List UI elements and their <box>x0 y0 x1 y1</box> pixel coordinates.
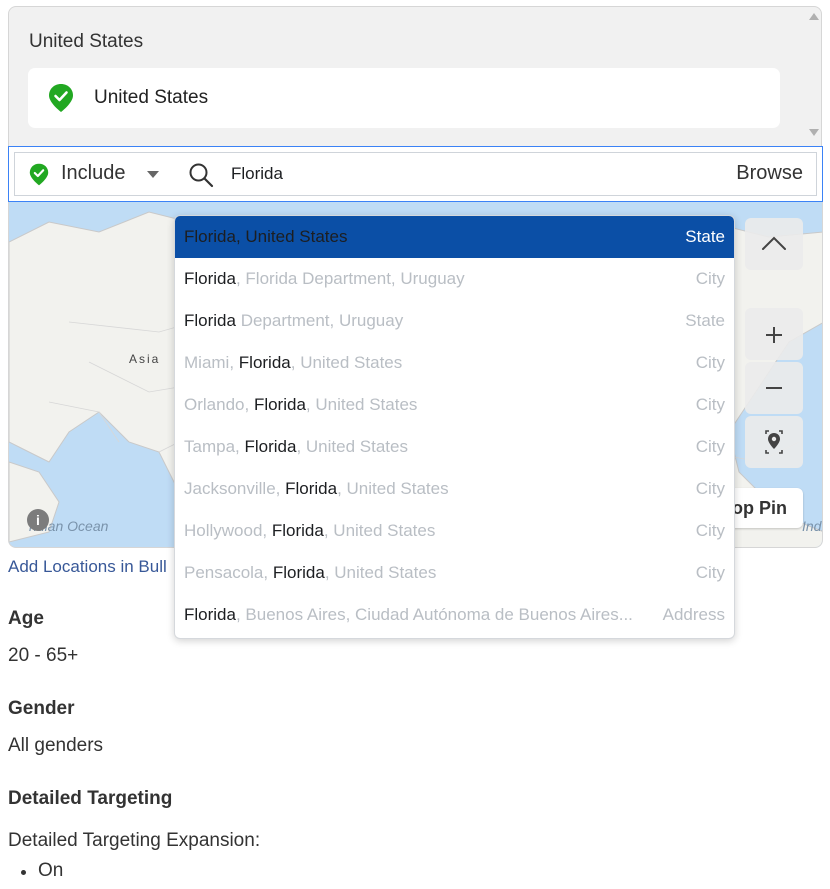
suggestion-type: City <box>695 269 725 288</box>
suggestion-match-text: Florida <box>244 437 297 456</box>
suggestion-context-text: Department, Uruguay <box>235 311 404 330</box>
location-search-input[interactable] <box>231 161 631 187</box>
suggestion-match-text: Florida <box>272 563 325 582</box>
suggestion-label: Jacksonville, Florida, United States <box>184 468 449 510</box>
minus-icon <box>766 387 782 389</box>
zoom-in-button[interactable] <box>745 308 803 360</box>
suggestion-context-text: , Buenos Aires, Ciudad Autónoma de Bueno… <box>235 605 633 624</box>
locate-pin-icon <box>765 430 783 454</box>
suggestion-context-text: Jacksonville, <box>184 479 286 498</box>
map-label-indian-ocean-right: Indi <box>802 518 823 534</box>
suggestion-match-text: Florida <box>184 605 236 624</box>
gender-value: All genders <box>8 735 104 756</box>
suggestion-context-text: , United States <box>337 479 449 498</box>
suggestion-match-text: Florida <box>253 395 306 414</box>
suggestion-option[interactable]: Orlando, Florida, United States City <box>175 384 734 426</box>
suggestion-label: Florida, United States <box>184 216 347 258</box>
suggestion-context-text: Pensacola, <box>184 563 273 582</box>
suggestion-label: Florida, Buenos Aires, Ciudad Autónoma d… <box>184 594 633 636</box>
age-title: Age <box>8 608 44 629</box>
detailed-targeting-title: Detailed Targeting <box>8 788 173 809</box>
suggestion-label: Tampa, Florida, United States <box>184 426 408 468</box>
suggestion-type: City <box>695 395 725 414</box>
list-item: On <box>8 860 63 882</box>
plus-icon <box>766 327 782 343</box>
suggestion-context-text: Miami, <box>184 353 239 372</box>
locate-me-button[interactable] <box>745 416 803 468</box>
suggestion-match-text: Florida <box>271 521 324 540</box>
scroll-up-arrow-icon[interactable] <box>809 13 819 20</box>
scroll-down-arrow-icon[interactable] <box>809 129 819 136</box>
suggestion-type: City <box>695 521 725 540</box>
suggestion-label: Orlando, Florida, United States <box>184 384 417 426</box>
gender-title: Gender <box>8 698 75 719</box>
selected-locations-box: United States United States <box>8 6 822 148</box>
zoom-out-button[interactable] <box>745 362 803 414</box>
suggestion-label: Florida Department, Uruguay <box>184 300 403 342</box>
suggestion-match-text: Florida <box>184 311 236 330</box>
suggestion-context-text: , United States <box>323 521 436 540</box>
detailed-targeting-expansion-label: Detailed Targeting Expansion: <box>8 830 261 851</box>
suggestion-match-text: Florida <box>184 269 236 288</box>
suggestion-context-text: , United States <box>324 563 437 582</box>
suggestion-option[interactable]: Miami, Florida, United States City <box>175 342 734 384</box>
age-value: 20 - 65+ <box>8 645 79 666</box>
caret-down-icon[interactable] <box>147 171 159 178</box>
suggestion-option[interactable]: Florida, United States State <box>175 216 734 258</box>
suggestion-type: City <box>695 437 725 456</box>
suggestion-label: Pensacola, Florida, United States <box>184 552 436 594</box>
suggestion-option[interactable]: Tampa, Florida, United States City <box>175 426 734 468</box>
add-locations-in-bulk-link[interactable]: Add Locations in Bull <box>8 557 167 577</box>
suggestion-label: Miami, Florida, United States <box>184 342 402 384</box>
suggestion-option[interactable]: Florida, Florida Department, Uruguay City <box>175 258 734 300</box>
selected-location-chip[interactable]: United States <box>28 68 780 128</box>
suggestion-context-text: Orlando, <box>184 395 254 414</box>
suggestion-type: City <box>695 353 725 372</box>
suggestion-context-text: , United States <box>296 437 408 456</box>
suggestion-type: City <box>695 563 725 582</box>
suggestion-context-text: , United States <box>290 353 403 372</box>
suggestion-type: Address <box>662 605 725 624</box>
collapse-map-button[interactable] <box>745 218 803 270</box>
location-pin-check-icon <box>49 84 73 112</box>
map-label-asia: Asia <box>129 352 161 366</box>
suggestion-option[interactable]: Pensacola, Florida, United States City <box>175 552 734 594</box>
include-dropdown[interactable]: Include <box>61 162 126 185</box>
suggestion-type: State <box>685 311 725 330</box>
suggestion-label: Florida, Florida Department, Uruguay <box>184 258 465 300</box>
location-suggestions-dropdown: Florida, United States State Florida, Flor… <box>174 215 735 639</box>
location-search-row: Include Browse <box>8 146 823 202</box>
suggestion-match-text: Florida, United States <box>184 227 348 246</box>
suggestion-type: City <box>695 479 725 498</box>
chevron-up-icon <box>762 236 786 250</box>
browse-button[interactable]: Browse <box>736 162 803 185</box>
suggestion-context-text: Hollywood, <box>184 521 272 540</box>
suggestion-label: Hollywood, Florida, United States <box>184 510 435 552</box>
suggestion-match-text: Florida <box>238 353 291 372</box>
suggestion-option[interactable]: Hollywood, Florida, United States City <box>175 510 734 552</box>
expansion-list: On <box>8 860 63 882</box>
include-pin-icon <box>29 163 49 186</box>
suggestion-option[interactable]: Florida Department, Uruguay State <box>175 300 734 342</box>
suggestion-match-text: Florida <box>285 479 338 498</box>
location-group-title: United States <box>29 31 144 52</box>
search-icon <box>189 163 214 188</box>
selected-location-label: United States <box>94 87 209 108</box>
suggestion-type: State <box>685 227 725 246</box>
suggestion-option[interactable]: Jacksonville, Florida, United States City <box>175 468 734 510</box>
suggestion-context-text: , United States <box>305 395 418 414</box>
info-icon[interactable]: i <box>27 509 49 531</box>
suggestion-option[interactable]: Florida, Buenos Aires, Ciudad Autónoma d… <box>175 594 734 636</box>
suggestion-context-text: Tampa, <box>184 437 245 456</box>
suggestion-context-text: , Florida Department, Uruguay <box>235 269 465 288</box>
